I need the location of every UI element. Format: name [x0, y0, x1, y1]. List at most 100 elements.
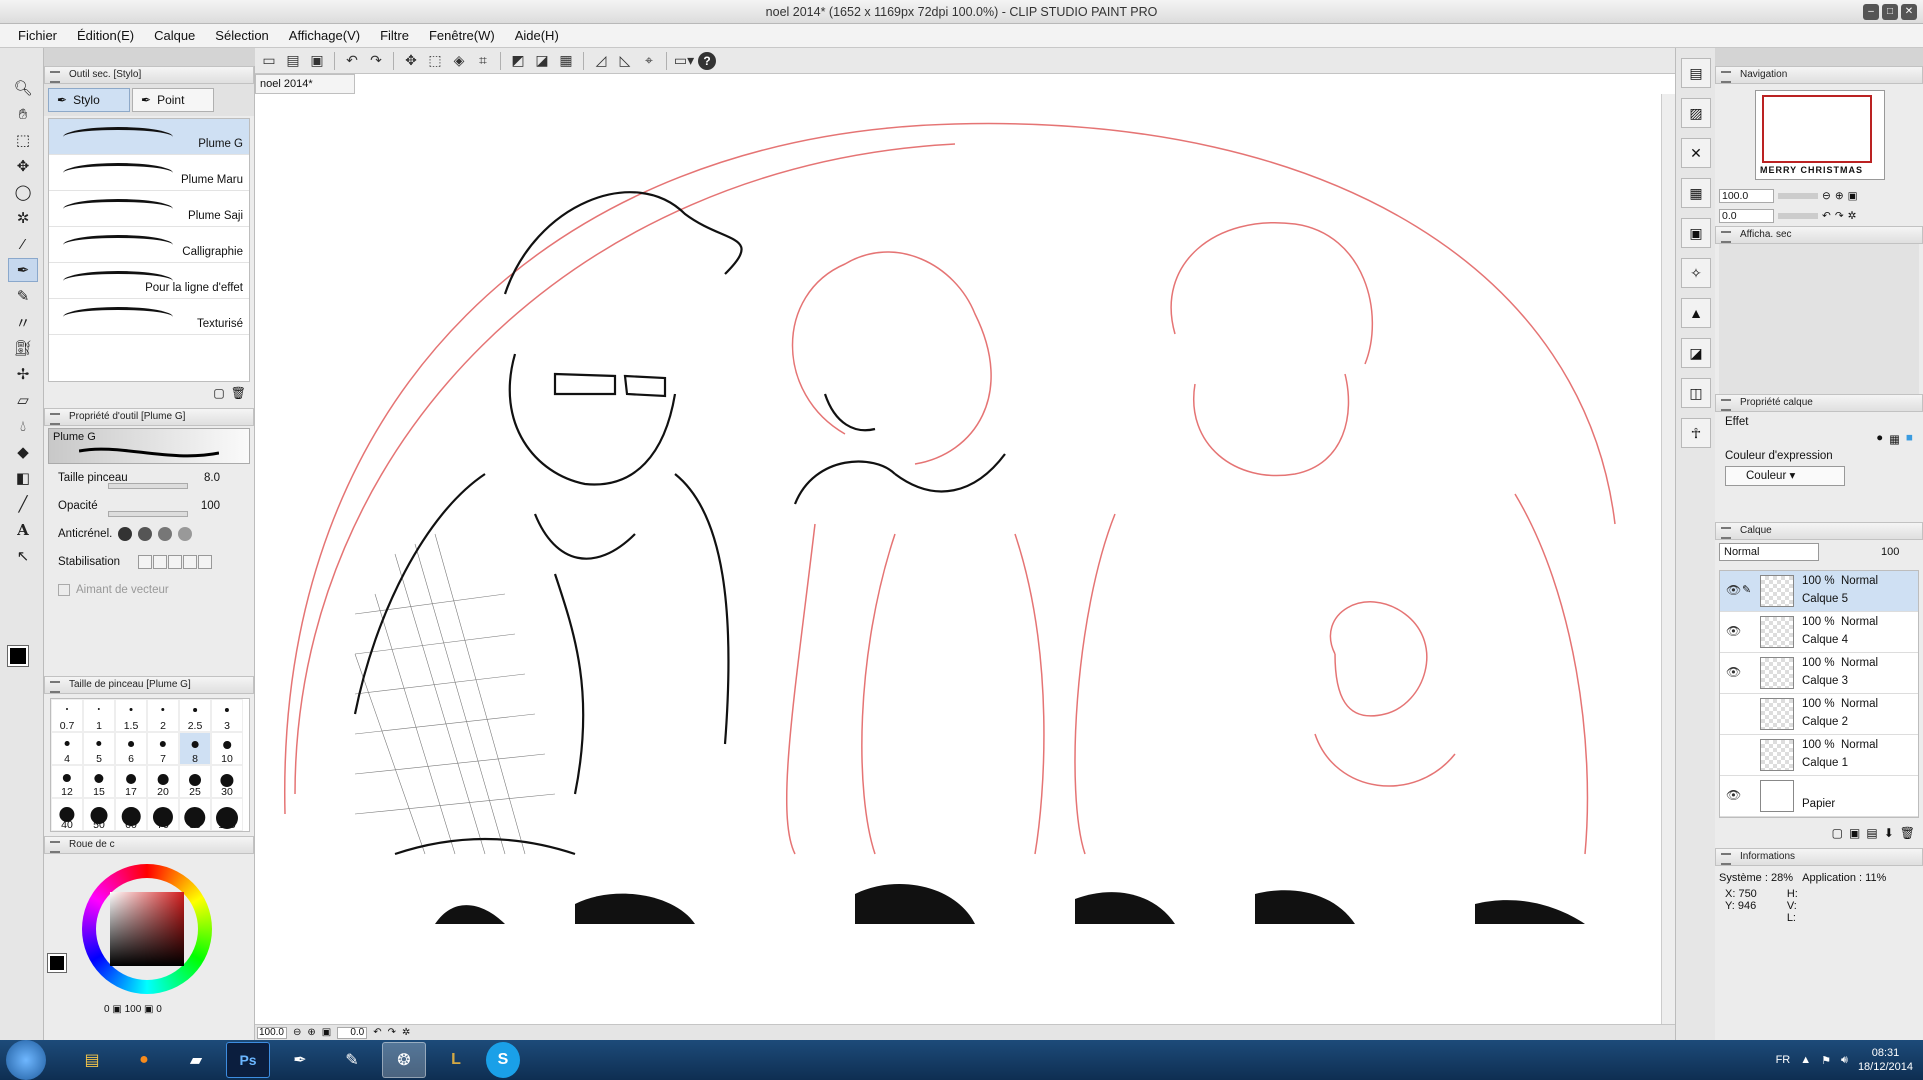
brush-size-cell[interactable]: 4 [51, 732, 83, 765]
layer-row[interactable]: 👁︎ 100 % Normal Calque 3 [1720, 653, 1918, 694]
help-icon[interactable]: ? [698, 51, 716, 70]
brush-size-cell[interactable]: 2 [147, 699, 179, 732]
line-icon[interactable]: ╱ [8, 492, 38, 516]
brush-item[interactable]: Plume Maru [49, 155, 249, 191]
merge-down-icon[interactable]: ⬇ [1884, 826, 1894, 846]
decoration-icon[interactable]: ✢ [8, 362, 38, 386]
tab-point[interactable]: ✒︎ Point [132, 88, 214, 112]
flag-icon[interactable]: ⚑ [1821, 1054, 1831, 1067]
selection-icon[interactable]: ▦ [556, 51, 576, 71]
material-figure-icon[interactable]: ☥ [1681, 418, 1711, 448]
eye-icon[interactable]: 👁︎ [1726, 624, 1741, 638]
tab-stylo[interactable]: ✒︎ Stylo [48, 88, 130, 112]
explorer-icon[interactable]: ▤ [70, 1042, 114, 1078]
lasso-icon[interactable]: ◯ [8, 180, 38, 204]
paint-tool-icon[interactable]: ✒︎ [278, 1042, 322, 1078]
blend-mode-dropdown[interactable]: Normal [1719, 543, 1819, 561]
opacity-row[interactable]: Opacité 100 [48, 492, 250, 520]
text-icon[interactable]: A [8, 518, 38, 542]
ruler-icon[interactable]: ◿ [591, 51, 611, 71]
clip-studio-icon[interactable]: ❂ [382, 1042, 426, 1078]
brush-size-cell[interactable]: 70 [147, 798, 179, 831]
transform-icon[interactable]: ✥ [401, 51, 421, 71]
eyedropper-icon[interactable]: ⁄ [8, 232, 38, 256]
brush-item[interactable]: Pour la ligne d'effet [49, 263, 249, 299]
operation-icon[interactable]: ⬚ [8, 128, 38, 152]
brush-icon[interactable]: 〃 [8, 310, 38, 334]
menu-item-5[interactable]: Filtre [370, 28, 419, 43]
brush-size-cell[interactable]: 20 [147, 765, 179, 798]
skype-icon[interactable]: S [486, 1042, 520, 1078]
current-color-chip[interactable] [47, 953, 67, 973]
menu-item-3[interactable]: Sélection [205, 28, 278, 43]
new-raster-layer-icon[interactable]: ▢ [1832, 826, 1843, 846]
volume-icon[interactable]: 🔊︎ [1841, 1054, 1848, 1067]
menu-item-4[interactable]: Affichage(V) [279, 28, 370, 43]
brush-size-cell[interactable]: 50 [83, 798, 115, 831]
brush-size-cell[interactable]: 10 [211, 732, 243, 765]
brush-size-cell[interactable]: 8 [179, 732, 211, 765]
rotate-left-icon[interactable]: ↶ [373, 1027, 381, 1038]
close-button[interactable]: ✕ [1901, 4, 1917, 20]
eye-icon[interactable]: 👁︎ [1726, 665, 1741, 679]
zoom-out-icon[interactable]: ⊖ [293, 1027, 301, 1038]
clock[interactable]: 08:31 18/12/2014 [1858, 1046, 1913, 1074]
zoom-field[interactable]: 100.0 [257, 1026, 287, 1039]
brush-size-cell[interactable]: 3 [211, 699, 243, 732]
maximize-button[interactable]: □ [1882, 4, 1898, 20]
brush-size-cell[interactable]: 7 [147, 732, 179, 765]
brush-size-cell[interactable]: 5 [83, 732, 115, 765]
eraser-icon[interactable]: ▱ [8, 388, 38, 412]
effect-color-icon[interactable]: ■ [1906, 432, 1913, 446]
menu-item-7[interactable]: Aide(H) [505, 28, 569, 43]
monitor-icon[interactable]: ▭▾ [674, 51, 694, 71]
material-3d-icon[interactable]: ◫ [1681, 378, 1711, 408]
fill-icon[interactable]: ◈ [449, 51, 469, 71]
new-icon[interactable]: ▭ [259, 51, 279, 71]
material-frame-icon[interactable]: ▣ [1681, 218, 1711, 248]
material-bg-icon[interactable]: ▲ [1681, 298, 1711, 328]
select-all-icon[interactable]: ⬚ [425, 51, 445, 71]
open-icon[interactable]: ▤ [283, 51, 303, 71]
color-wheel[interactable] [82, 864, 212, 994]
menu-item-2[interactable]: Calque [144, 28, 205, 43]
layer-row[interactable]: 100 % Normal Calque 2 [1720, 694, 1918, 735]
trash-icon[interactable]: 🗑︎ [231, 386, 246, 402]
brush-item[interactable]: Plume G [49, 119, 249, 155]
material-icon[interactable]: ▤ [1681, 58, 1711, 88]
zoom-icon[interactable]: 🔍︎ [8, 76, 38, 100]
brush-item[interactable]: Texturisé [49, 299, 249, 335]
nav-zoom-field[interactable]: 100.0 [1719, 189, 1774, 203]
brush-size-cell[interactable]: 80 [179, 798, 211, 831]
brush-size-cell[interactable]: 30 [211, 765, 243, 798]
clear-icon[interactable]: ◩ [508, 51, 528, 71]
material-pattern-icon[interactable]: ▦ [1681, 178, 1711, 208]
vertical-scrollbar[interactable] [1661, 94, 1675, 1040]
undo-icon[interactable]: ↶ [342, 51, 362, 71]
brush-size-cell[interactable]: 1.5 [115, 699, 147, 732]
layer-row[interactable]: 👁︎ Papier [1720, 776, 1918, 817]
sai-icon[interactable]: ✎ [330, 1042, 374, 1078]
material-brush-icon[interactable]: ✕ [1681, 138, 1711, 168]
trash-icon[interactable]: 🗑︎ [1900, 826, 1915, 846]
zoom-in-icon[interactable]: ⊕ [1835, 190, 1844, 202]
canvas-area[interactable]: noel 2014* [255, 74, 1675, 1040]
correct-line-icon[interactable]: ↖ [8, 544, 38, 568]
material-effect-icon[interactable]: ✧ [1681, 258, 1711, 288]
rotate-right-icon[interactable]: ↷ [388, 1027, 396, 1038]
material-image-icon[interactable]: ▨ [1681, 98, 1711, 128]
document-tab[interactable]: noel 2014* [255, 74, 355, 94]
brush-item[interactable]: Plume Saji [49, 191, 249, 227]
material-texture-icon[interactable]: ◪ [1681, 338, 1711, 368]
brush-size-cell[interactable]: 6 [115, 732, 147, 765]
perspective-icon[interactable]: ◺ [615, 51, 635, 71]
hand-icon[interactable]: ✋︎ [8, 102, 38, 126]
start-button[interactable] [6, 1040, 46, 1080]
fit-icon[interactable]: ▣ [322, 1027, 331, 1038]
layer-row[interactable]: 👁︎ 100 % Normal Calque 4 [1720, 612, 1918, 653]
menu-item-6[interactable]: Fenêtre(W) [419, 28, 505, 43]
drawing-canvas[interactable] [255, 94, 1660, 1024]
brush-size-row[interactable]: Taille pinceau 8.0 [48, 464, 250, 492]
nav-rotate-field[interactable]: 0.0 [1719, 209, 1774, 223]
zoom-out-icon[interactable]: ⊖ [1822, 190, 1831, 202]
